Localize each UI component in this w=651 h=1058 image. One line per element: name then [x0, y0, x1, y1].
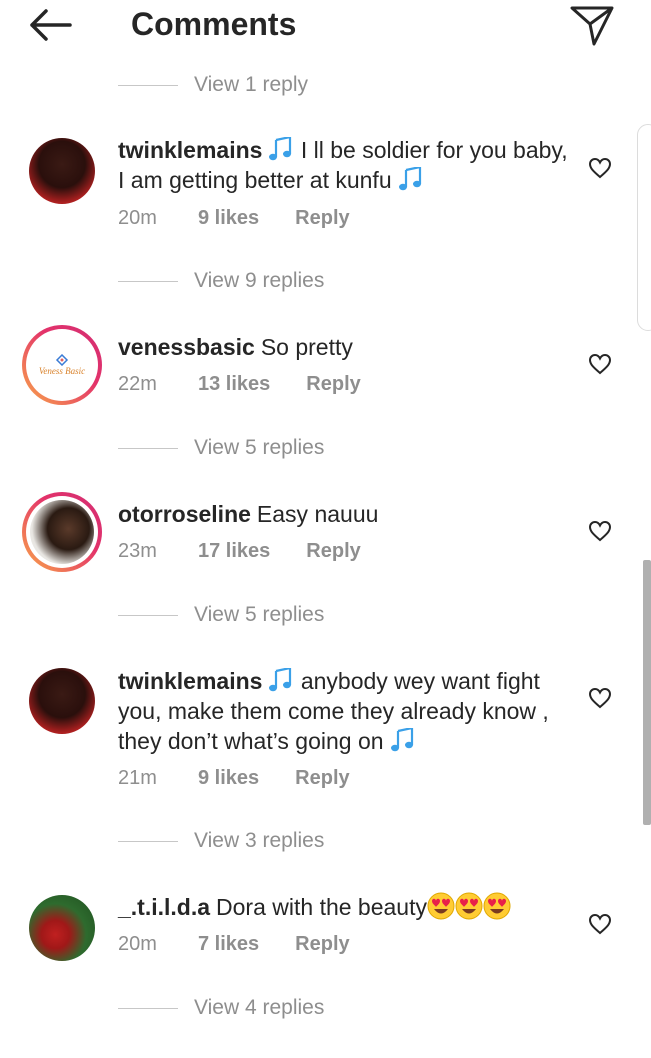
- scrollbar[interactable]: [643, 560, 651, 825]
- divider: [118, 614, 178, 616]
- comment-text: twinklemains anybody wey want fight you,…: [118, 666, 578, 756]
- heart-icon[interactable]: [588, 913, 612, 935]
- comment-text: venessbasic So pretty: [118, 332, 578, 362]
- likes-count[interactable]: 7 likes: [198, 933, 259, 956]
- page-title: Comments: [131, 6, 297, 42]
- avatar[interactable]: [29, 895, 95, 961]
- likes-count[interactable]: 9 likes: [198, 207, 259, 230]
- comment-body: So pretty: [260, 334, 353, 360]
- avatar[interactable]: [22, 492, 102, 572]
- avatar[interactable]: [29, 668, 95, 734]
- view-replies-link[interactable]: View 4 replies: [118, 995, 324, 1021]
- view-replies-label: View 4 replies: [194, 996, 325, 1019]
- music-note-icon: [268, 137, 294, 161]
- reply-button[interactable]: Reply: [295, 207, 349, 230]
- heart-icon[interactable]: [588, 520, 612, 542]
- view-replies-link[interactable]: View 1 reply: [118, 72, 308, 98]
- comment-time: 21m: [118, 767, 157, 789]
- heart-icon[interactable]: [588, 687, 612, 709]
- comment-time: 23m: [118, 540, 157, 562]
- heart-icon[interactable]: [588, 353, 612, 375]
- view-replies-label: View 5 replies: [194, 603, 325, 626]
- comment-meta: 22m 13 likes Reply: [118, 373, 361, 396]
- comment-meta: 23m 17 likes Reply: [118, 540, 361, 563]
- logo-icon: [55, 354, 69, 366]
- paper-plane-icon[interactable]: [568, 4, 616, 46]
- likes-count[interactable]: 17 likes: [198, 540, 270, 563]
- divider: [118, 1007, 178, 1009]
- avatar-image: [30, 500, 94, 564]
- comment-text: _.t.i.l.d.a Dora with the beauty: [118, 892, 578, 922]
- header-bar: Comments: [0, 0, 651, 48]
- comment-username[interactable]: otorroseline: [118, 501, 251, 527]
- comment-text: twinklemains I ll be soldier for you bab…: [118, 135, 578, 195]
- view-replies-link[interactable]: View 9 replies: [118, 268, 324, 294]
- comment-time: 20m: [118, 207, 157, 229]
- comment-username[interactable]: venessbasic: [118, 334, 255, 360]
- comment-body: Dora with the beauty: [216, 894, 427, 920]
- avatar[interactable]: [29, 138, 95, 204]
- comment-body: Easy nauuu: [256, 501, 379, 527]
- heart-eyes-emoji-icon: [455, 892, 483, 920]
- avatar-logo-text: Veness Basic: [38, 366, 86, 376]
- reply-button[interactable]: Reply: [295, 933, 349, 956]
- reply-button[interactable]: Reply: [306, 540, 360, 563]
- likes-count[interactable]: 9 likes: [198, 767, 259, 790]
- heart-eyes-emoji-icon: [427, 892, 455, 920]
- arrow-left-icon[interactable]: [26, 6, 76, 44]
- comment-username[interactable]: _.t.i.l.d.a: [118, 894, 210, 920]
- likes-count[interactable]: 13 likes: [198, 373, 270, 396]
- divider: [118, 447, 178, 449]
- view-replies-label: View 9 replies: [194, 269, 325, 292]
- heart-eyes-emoji-icon: [483, 892, 511, 920]
- reply-button[interactable]: Reply: [295, 767, 349, 790]
- music-note-icon: [390, 728, 416, 752]
- avatar-image: Veness Basic: [30, 333, 94, 397]
- comment-meta: 20m 9 likes Reply: [118, 207, 350, 230]
- comment-time: 22m: [118, 373, 157, 395]
- comment-username[interactable]: twinklemains: [118, 137, 262, 163]
- comment-meta: 21m 9 likes Reply: [118, 767, 350, 790]
- comment-time: 20m: [118, 933, 157, 955]
- music-note-icon: [398, 167, 424, 191]
- view-replies-link[interactable]: View 5 replies: [118, 602, 324, 628]
- divider: [118, 840, 178, 842]
- view-replies-label: View 3 replies: [194, 829, 325, 852]
- music-note-icon: [268, 668, 294, 692]
- side-panel-edge: [637, 124, 651, 331]
- view-replies-label: View 5 replies: [194, 436, 325, 459]
- divider: [118, 84, 178, 86]
- comment-username[interactable]: twinklemains: [118, 668, 262, 694]
- heart-icon[interactable]: [588, 157, 612, 179]
- comment-meta: 20m 7 likes Reply: [118, 933, 350, 956]
- divider: [118, 280, 178, 282]
- reply-button[interactable]: Reply: [306, 373, 360, 396]
- avatar[interactable]: Veness Basic: [22, 325, 102, 405]
- view-replies-link[interactable]: View 3 replies: [118, 828, 324, 854]
- view-replies-link[interactable]: View 5 replies: [118, 435, 324, 461]
- comment-text: otorroseline Easy nauuu: [118, 499, 578, 529]
- view-replies-label: View 1 reply: [194, 73, 309, 96]
